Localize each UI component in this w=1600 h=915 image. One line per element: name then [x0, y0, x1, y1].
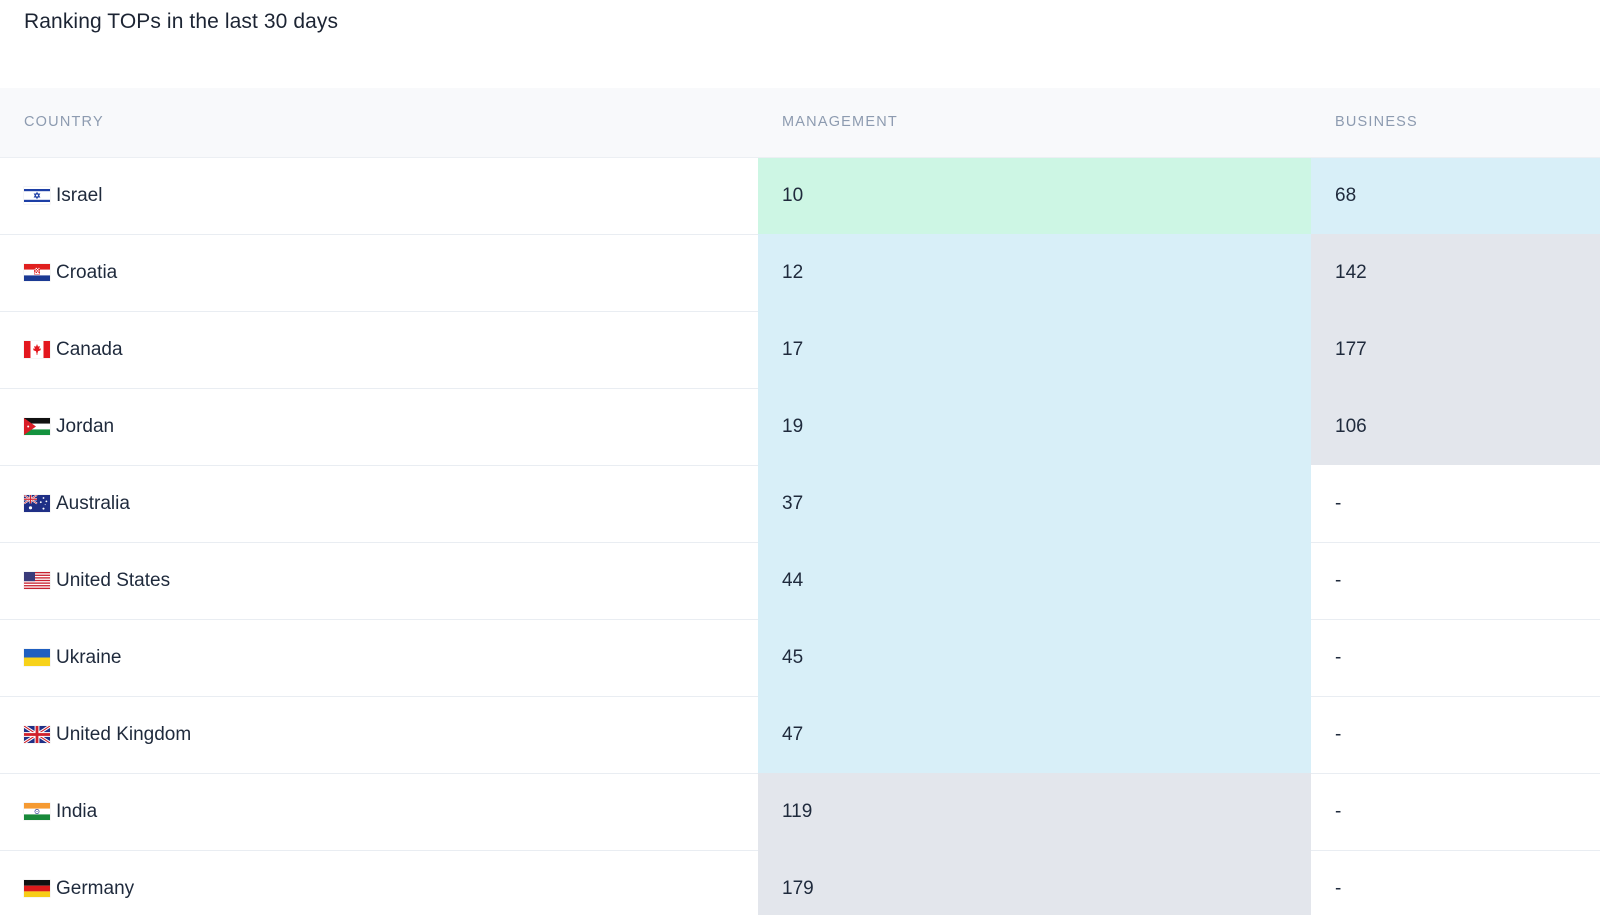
country-cell: Australia [0, 465, 758, 543]
column-header-country: COUNTRY [0, 88, 758, 158]
country-cell: India [0, 773, 758, 851]
table-row: Croatia 12 142 [0, 234, 1600, 312]
country-cell: Germany [0, 850, 758, 915]
table-row: India 119- [0, 773, 1600, 851]
column-header-business: BUSINESS [1311, 88, 1600, 158]
business-rank-united-states: - [1311, 542, 1600, 620]
management-rank-croatia: 12 [758, 234, 1311, 311]
country-cell: Croatia [0, 234, 758, 312]
table-body: Israel 10 68 Croatia 12 142 Canada 17 177 Jordan 1… [0, 157, 1600, 915]
business-rank-israel: 68 [1311, 157, 1600, 234]
country-name-israel: Israel [56, 184, 103, 206]
country-name-jordan: Jordan [56, 415, 115, 437]
country-name-australia: Australia [56, 492, 130, 514]
jordan-flag-icon [24, 418, 50, 435]
table-header: COUNTRY MANAGEMENT BUSINESS [0, 88, 1600, 158]
country-name-canada: Canada [56, 338, 123, 360]
country-cell-content: United States [24, 570, 758, 592]
table-row: Jordan 19 106 [0, 388, 1600, 466]
management-rank-united-states: 44 [758, 542, 1311, 619]
table-row: United States 44- [0, 542, 1600, 620]
country-cell-content: Jordan [24, 416, 758, 438]
management-rank-israel: 10 [758, 157, 1311, 234]
ranking-page: Ranking TOPs in the last 30 days COUNTRY… [0, 0, 1600, 915]
management-rank-united-kingdom: 47 [758, 696, 1311, 773]
page-title: Ranking TOPs in the last 30 days [24, 10, 339, 33]
germany-flag-icon [24, 880, 50, 898]
column-header-management: MANAGEMENT [758, 88, 1311, 158]
country-cell-content: Germany [24, 878, 758, 900]
table-row: United Kingdom 47- [0, 696, 1600, 774]
table-row: Australia 37- [0, 465, 1600, 543]
business-rank-germany: - [1311, 850, 1600, 915]
country-cell-content: Canada [24, 339, 758, 361]
country-cell-content: Australia [24, 493, 758, 515]
country-cell: United Kingdom [0, 696, 758, 774]
canada-flag-icon [24, 341, 50, 358]
country-cell-content: Ukraine [24, 647, 758, 669]
country-cell: Canada [0, 311, 758, 389]
management-rank-india: 119 [758, 773, 1311, 850]
table-row: Germany 179- [0, 850, 1600, 915]
country-cell: Jordan [0, 388, 758, 466]
country-name-ukraine: Ukraine [56, 646, 122, 668]
management-rank-germany: 179 [758, 850, 1311, 915]
country-name-united-kingdom: United Kingdom [56, 723, 192, 745]
business-rank-jordan: 106 [1311, 388, 1600, 465]
australia-flag-icon [24, 495, 50, 512]
business-rank-canada: 177 [1311, 311, 1600, 388]
business-rank-united-kingdom: - [1311, 696, 1600, 774]
ukraine-flag-icon [24, 649, 50, 666]
country-cell-content: India [24, 801, 758, 823]
india-flag-icon [24, 803, 50, 820]
united-kingdom-flag-icon [24, 726, 50, 743]
management-rank-canada: 17 [758, 311, 1311, 388]
business-rank-australia: - [1311, 465, 1600, 543]
united-states-flag-icon [24, 572, 50, 589]
country-cell: Ukraine [0, 619, 758, 697]
table-row: Israel 10 68 [0, 157, 1600, 235]
country-name-united-states: United States [56, 569, 171, 591]
country-cell: Israel [0, 157, 758, 235]
business-rank-croatia: 142 [1311, 234, 1600, 311]
business-rank-india: - [1311, 773, 1600, 851]
country-cell-content: Croatia [24, 262, 758, 284]
management-rank-jordan: 19 [758, 388, 1311, 465]
israel-flag-icon [24, 187, 50, 204]
country-cell-content: United Kingdom [24, 724, 758, 746]
country-name-india: India [56, 800, 98, 822]
country-name-croatia: Croatia [56, 261, 118, 283]
ranking-table: COUNTRY MANAGEMENT BUSINESS Israel 10 68 Cr… [0, 88, 1600, 915]
country-cell-content: Israel [24, 185, 758, 207]
croatia-flag-icon [24, 264, 50, 281]
management-rank-ukraine: 45 [758, 619, 1311, 696]
business-rank-ukraine: - [1311, 619, 1600, 697]
country-name-germany: Germany [56, 877, 135, 899]
country-cell: United States [0, 542, 758, 620]
table-row: Ukraine 45- [0, 619, 1600, 697]
management-rank-australia: 37 [758, 465, 1311, 542]
table-row: Canada 17 177 [0, 311, 1600, 389]
